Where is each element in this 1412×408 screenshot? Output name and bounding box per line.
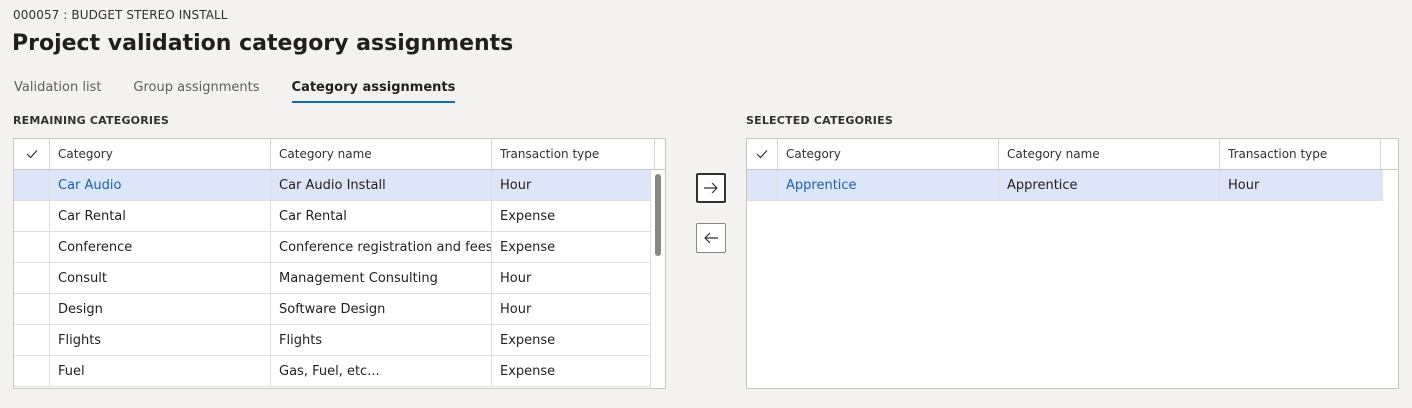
- select-all-checkbox[interactable]: [14, 139, 50, 169]
- table-row[interactable]: Car Rental Car Rental Expense: [14, 201, 665, 232]
- page-title: Project validation category assignments: [12, 31, 514, 56]
- checkmark-icon: [756, 150, 768, 159]
- vertical-scrollbar[interactable]: [650, 170, 665, 388]
- grid-header: Category Category name Transaction type: [747, 139, 1398, 170]
- category-name-cell: Car Audio Install: [271, 170, 492, 200]
- column-header-category[interactable]: Category: [778, 139, 999, 169]
- transaction-type-cell: Hour: [492, 294, 655, 324]
- tab-validation-list[interactable]: Validation list: [14, 79, 101, 103]
- category-cell: Car Rental: [50, 201, 271, 231]
- row-checkbox[interactable]: [14, 263, 50, 293]
- table-row[interactable]: Flights Flights Expense: [14, 325, 665, 356]
- category-name-cell: Software Design: [271, 294, 492, 324]
- column-header-transaction-type[interactable]: Transaction type: [492, 139, 655, 169]
- checkmark-icon: [26, 150, 37, 159]
- category-cell: Fuel: [50, 356, 271, 386]
- row-checkbox[interactable]: [14, 170, 50, 200]
- table-row[interactable]: Car Audio Car Audio Install Hour: [14, 170, 665, 201]
- transaction-type-cell: Hour: [492, 170, 655, 200]
- category-cell: Design: [50, 294, 271, 324]
- scroll-thumb[interactable]: [655, 174, 661, 256]
- transaction-type-cell: Expense: [492, 232, 655, 262]
- transaction-type-cell: Hour: [1220, 170, 1381, 200]
- category-name-cell: Apprentice: [999, 170, 1220, 200]
- row-checkbox[interactable]: [14, 325, 50, 355]
- transaction-type-cell: Hour: [492, 263, 655, 293]
- tab-group-assignments[interactable]: Group assignments: [133, 79, 259, 103]
- table-row[interactable]: Fuel Gas, Fuel, etc... Expense: [14, 356, 665, 387]
- category-cell: Conference: [50, 232, 271, 262]
- page: 000057 : BUDGET STEREO INSTALL Project v…: [0, 0, 1412, 408]
- select-all-checkbox[interactable]: [747, 139, 778, 169]
- row-checkbox[interactable]: [14, 201, 50, 231]
- record-caption: 000057 : BUDGET STEREO INSTALL: [13, 8, 228, 22]
- transaction-type-cell: Expense: [492, 201, 655, 231]
- category-name-cell: Gas, Fuel, etc...: [271, 356, 492, 386]
- selected-categories-label: SELECTED CATEGORIES: [746, 114, 893, 127]
- column-header-transaction-type[interactable]: Transaction type: [1220, 139, 1381, 169]
- arrow-left-icon: [704, 232, 718, 244]
- category-name-cell: Management Consulting: [271, 263, 492, 293]
- grid-header: Category Category name Transaction type: [14, 139, 665, 170]
- category-cell: Consult: [50, 263, 271, 293]
- table-row[interactable]: Apprentice Apprentice Hour: [747, 170, 1383, 201]
- selected-categories-grid: Category Category name Transaction type …: [746, 138, 1399, 389]
- category-cell: Flights: [50, 325, 271, 355]
- add-category-button[interactable]: [696, 173, 726, 203]
- transaction-type-cell: Expense: [492, 356, 655, 386]
- transaction-type-cell: Expense: [492, 325, 655, 355]
- row-checkbox[interactable]: [14, 294, 50, 324]
- remaining-categories-label: REMAINING CATEGORIES: [13, 114, 170, 127]
- table-row[interactable]: Consult Management Consulting Hour: [14, 263, 665, 294]
- remove-category-button[interactable]: [696, 223, 726, 253]
- arrow-right-icon: [704, 182, 718, 194]
- column-header-category-name[interactable]: Category name: [271, 139, 492, 169]
- row-checkbox[interactable]: [14, 232, 50, 262]
- tab-category-assignments[interactable]: Category assignments: [291, 79, 456, 103]
- row-checkbox[interactable]: [747, 170, 778, 200]
- category-link[interactable]: Apprentice: [778, 170, 999, 200]
- row-checkbox[interactable]: [14, 356, 50, 386]
- column-header-category[interactable]: Category: [50, 139, 271, 169]
- category-name-cell: Car Rental: [271, 201, 492, 231]
- category-link[interactable]: Car Audio: [50, 170, 271, 200]
- table-row[interactable]: Design Software Design Hour: [14, 294, 665, 325]
- column-header-category-name[interactable]: Category name: [999, 139, 1220, 169]
- category-name-cell: Conference registration and fees: [271, 232, 492, 262]
- table-row[interactable]: Conference Conference registration and f…: [14, 232, 665, 263]
- remaining-categories-grid: Category Category name Transaction type …: [13, 138, 666, 389]
- category-name-cell: Flights: [271, 325, 492, 355]
- tab-bar: Validation list Group assignments Catego…: [14, 79, 487, 105]
